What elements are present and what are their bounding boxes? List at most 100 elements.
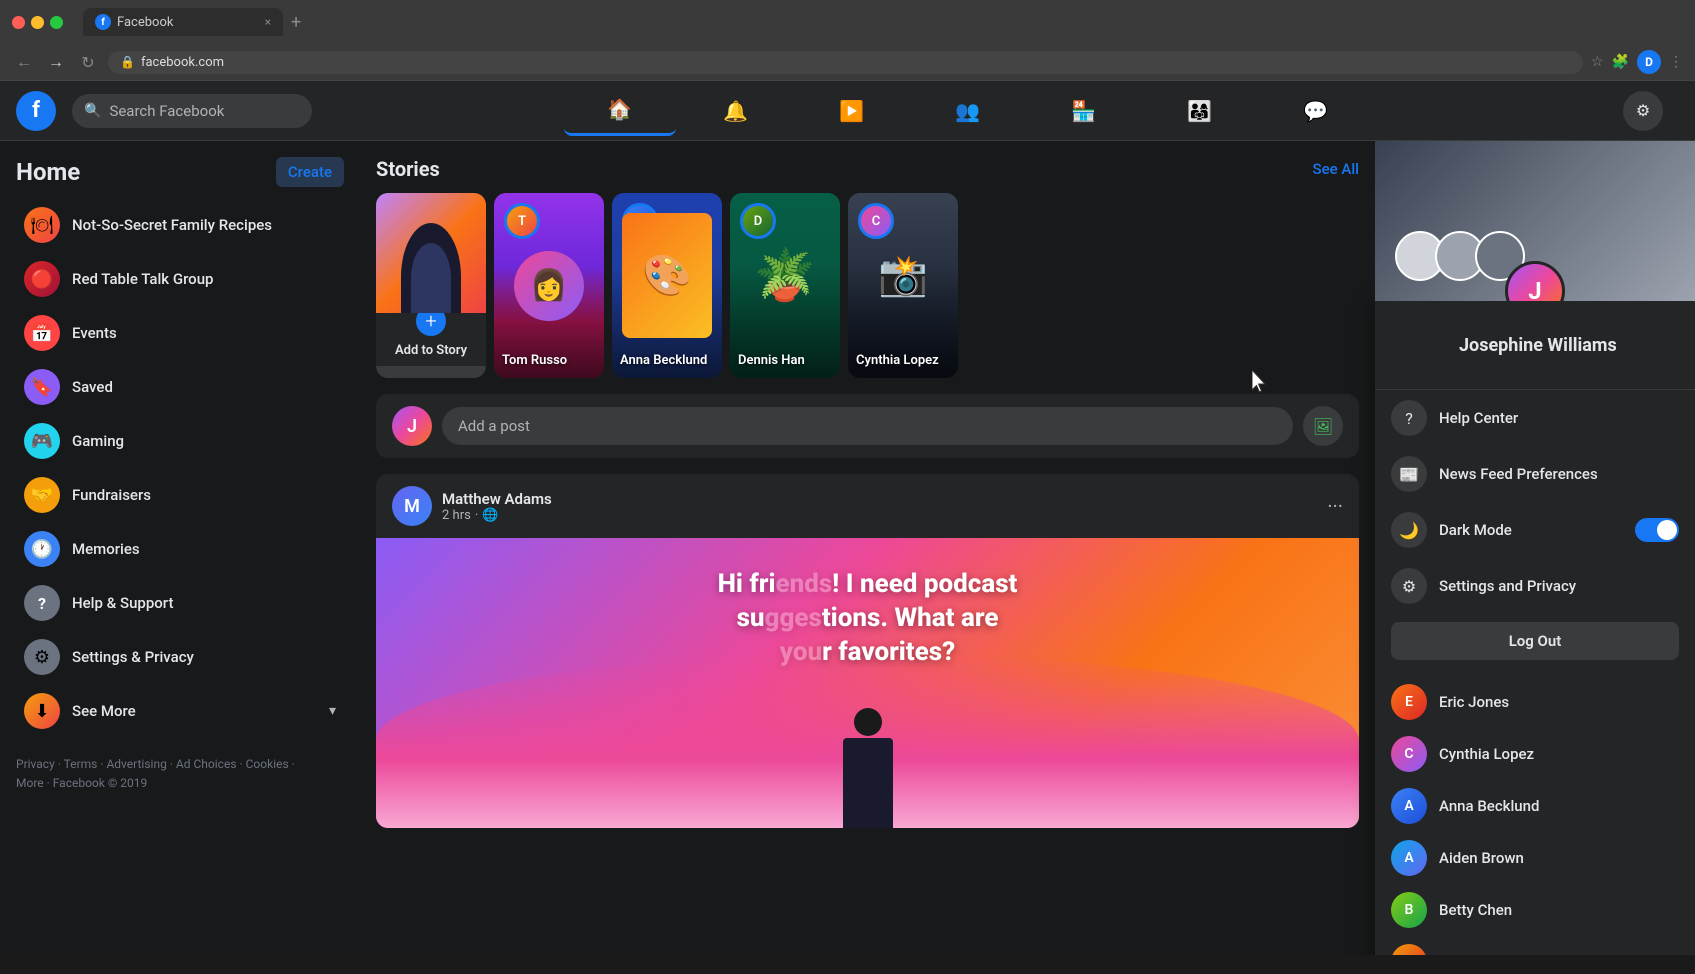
tab-bar: f Facebook × +: [71, 8, 313, 36]
sidebar-item-settings[interactable]: ⚙ Settings & Privacy: [8, 631, 352, 683]
privacy-link[interactable]: Privacy: [16, 757, 55, 771]
post-author-avatar: M: [392, 486, 432, 526]
nav-bell-btn[interactable]: 🔔: [680, 86, 792, 136]
sidebar-item-red-table[interactable]: 🔴 Red Table Talk Group: [8, 253, 352, 305]
user-profile-header: J: [1375, 141, 1695, 301]
see-all-btn[interactable]: See All: [1313, 160, 1359, 178]
profile-cover: J: [1375, 141, 1695, 301]
contact-betty[interactable]: B Betty Chen: [1391, 884, 1679, 936]
sidebar-label-saved: Saved: [72, 378, 113, 396]
memories-icon: 🕐: [24, 531, 60, 567]
create-post-input[interactable]: Add a post: [442, 407, 1293, 445]
extensions-btn[interactable]: 🧩: [1612, 54, 1629, 70]
post-author-name[interactable]: Matthew Adams: [442, 490, 1317, 508]
search-icon: 🔍: [84, 103, 101, 119]
dropdown-news-feed[interactable]: 📰 News Feed Preferences: [1375, 446, 1695, 502]
add-photo-btn[interactable]: 🖼: [1303, 406, 1343, 446]
contact-eric[interactable]: E Eric Jones: [1391, 676, 1679, 728]
maximize-window-btn[interactable]: [50, 16, 63, 29]
search-bar[interactable]: 🔍 Search Facebook: [72, 94, 312, 128]
terms-link[interactable]: Terms: [64, 757, 98, 771]
cookies-link[interactable]: Cookies: [246, 757, 289, 771]
dropdown-menu: Josephine Williams ? Help Center 📰 News …: [1375, 301, 1695, 955]
story-label-anna: Anna Becklund: [620, 353, 714, 368]
minimize-window-btn[interactable]: [31, 16, 44, 29]
stories-row: + Add to Story T 👩 Tom Russo: [376, 193, 1359, 378]
dropdown-dark-mode-label: Dark Mode: [1439, 521, 1512, 539]
sidebar-label-see-more: See More: [72, 702, 136, 720]
post-image-overlay: Hi friends! I need podcast suggestions. …: [376, 568, 1359, 669]
dropdown-help-center[interactable]: ? Help Center: [1375, 390, 1695, 446]
dropdown-dark-mode[interactable]: 🌙 Dark Mode: [1375, 502, 1695, 558]
fb-logo[interactable]: f: [16, 91, 56, 131]
contact-cynthia[interactable]: C Cynthia Lopez: [1391, 728, 1679, 780]
close-window-btn[interactable]: [12, 16, 25, 29]
ad-choices-link[interactable]: Ad Choices: [176, 757, 237, 771]
tab-close-btn[interactable]: ×: [265, 15, 271, 29]
logout-btn[interactable]: Log Out: [1391, 622, 1679, 660]
bookmark-btn[interactable]: ☆: [1591, 54, 1604, 70]
story-card-dennis[interactable]: D 🪴 Dennis Han: [730, 193, 840, 378]
lock-icon: 🔒: [120, 55, 135, 69]
sidebar-item-saved[interactable]: 🔖 Saved: [8, 361, 352, 413]
nav-groups-btn[interactable]: 👨‍👩‍👧: [1144, 86, 1256, 136]
dark-mode-toggle-switch[interactable]: [1635, 518, 1679, 542]
story-card-anna[interactable]: A 🎨 Anna Becklund: [612, 193, 722, 378]
fb-feed: Stories See All + Add to Story: [360, 141, 1375, 955]
dropdown-user-info[interactable]: Josephine Williams: [1375, 309, 1695, 390]
sidebar-item-events[interactable]: 📅 Events: [8, 307, 352, 359]
sidebar-item-fundraisers[interactable]: 🤝 Fundraisers: [8, 469, 352, 521]
story-card-cynthia[interactable]: C 📸 Cynthia Lopez: [848, 193, 958, 378]
post-more-btn[interactable]: ···: [1327, 494, 1343, 518]
address-bar[interactable]: 🔒 facebook.com: [108, 51, 1583, 74]
add-story-bottom: + Add to Story: [376, 313, 486, 366]
saved-icon: 🔖: [24, 369, 60, 405]
browser-profile-btn[interactable]: D: [1637, 50, 1661, 74]
dropdown-news-feed-label: News Feed Preferences: [1439, 465, 1598, 483]
sidebar-item-gaming[interactable]: 🎮 Gaming: [8, 415, 352, 467]
nav-friends-btn[interactable]: 👥: [912, 86, 1024, 136]
post-author-info: Matthew Adams 2 hrs · 🌐: [442, 490, 1317, 523]
sidebar-item-family-recipes[interactable]: 🍽 Not-So-Secret Family Recipes: [8, 199, 352, 251]
create-btn[interactable]: Create: [276, 157, 344, 187]
fb-main: Home Create 🍽 Not-So-Secret Family Recip…: [0, 141, 1695, 955]
traffic-lights: [12, 16, 63, 29]
contact-avatar-anna: A: [1391, 788, 1427, 824]
contact-anna[interactable]: A Anna Becklund: [1391, 780, 1679, 832]
sidebar-item-help[interactable]: ? Help & Support: [8, 577, 352, 629]
back-btn[interactable]: ←: [12, 50, 36, 74]
video-icon: ▶️: [839, 99, 864, 123]
dropdown-settings[interactable]: ⚙ Settings and Privacy: [1375, 558, 1695, 614]
help-icon: ?: [24, 585, 60, 621]
contact-avatar-eric: E: [1391, 684, 1427, 720]
new-tab-btn[interactable]: +: [291, 12, 301, 33]
sidebar-label-gaming: Gaming: [72, 432, 124, 450]
fundraisers-icon: 🤝: [24, 477, 60, 513]
stories-header: Stories See All: [376, 157, 1359, 181]
contacts-section: E Eric Jones C Cynthia Lopez A Anna Beck…: [1375, 668, 1695, 955]
fb-header: f 🔍 Search Facebook 🏠 🔔 ▶️ 👥 🏪 👨‍👩‍�: [0, 81, 1695, 141]
nav-video-btn[interactable]: ▶️: [796, 86, 908, 136]
advertising-link[interactable]: Advertising: [106, 757, 166, 771]
nav-messenger-btn[interactable]: 💬: [1260, 86, 1372, 136]
settings-gear-btn[interactable]: ⚙: [1623, 91, 1663, 131]
sidebar-header: Home Create: [0, 149, 360, 195]
groups-icon: 👨‍👩‍👧: [1187, 99, 1212, 123]
fb-right-panel: J Josephine Williams ? Help Center 📰 New…: [1375, 141, 1695, 955]
forward-btn[interactable]: →: [44, 50, 68, 74]
nav-marketplace-btn[interactable]: 🏪: [1028, 86, 1140, 136]
reload-btn[interactable]: ↻: [76, 50, 100, 74]
more-link[interactable]: More: [16, 776, 44, 790]
create-post-box: J Add a post 🖼: [376, 394, 1359, 458]
family-recipes-icon: 🍽: [24, 207, 60, 243]
add-story-card[interactable]: + Add to Story: [376, 193, 486, 378]
contact-dan[interactable]: D Dan Brown: [1391, 936, 1679, 955]
browser-tab-facebook[interactable]: f Facebook ×: [83, 8, 283, 36]
sidebar-item-see-more[interactable]: ⬇ See More ▾: [8, 685, 352, 737]
sidebar-item-memories[interactable]: 🕐 Memories: [8, 523, 352, 575]
search-placeholder: Search Facebook: [109, 102, 224, 120]
nav-home-btn[interactable]: 🏠: [564, 86, 676, 136]
story-card-tom[interactable]: T 👩 Tom Russo: [494, 193, 604, 378]
contact-aiden[interactable]: A Aiden Brown: [1391, 832, 1679, 884]
menu-btn[interactable]: ⋮: [1669, 54, 1683, 70]
